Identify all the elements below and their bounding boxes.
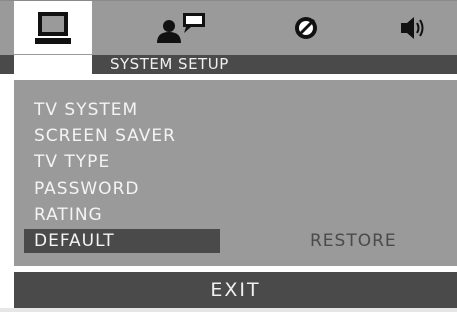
menu-item-rating[interactable]: RATING [34,203,103,227]
header-edge [0,55,14,74]
restore-option[interactable]: RESTORE [310,229,397,253]
tab-language-setup[interactable] [140,1,220,54]
monitor-icon [35,11,71,44]
tab-audio-setup[interactable] [373,1,453,54]
disc-slash-icon [295,16,317,39]
header-strip: SYSTEM SETUP [0,55,457,74]
menu-item-tv-type[interactable]: TV TYPE [34,150,110,174]
setup-menu-panel: TV SYSTEM SCREEN SAVER TV TYPE PASSWORD … [14,80,457,266]
menu-item-default[interactable]: DEFAULT [24,229,220,253]
menu-item-tv-system[interactable]: TV SYSTEM [34,98,138,122]
tab-system-setup[interactable] [14,1,92,54]
speaker-icon [401,16,424,39]
menu-item-screen-saver[interactable]: SCREEN SAVER [34,124,176,148]
tab-bar [0,0,457,56]
menu-item-password[interactable]: PASSWORD [34,177,139,201]
person-speech-icon [157,12,205,43]
page-title: SYSTEM SETUP [92,55,457,74]
exit-button[interactable]: EXIT [14,272,457,308]
tab-video-setup[interactable] [268,1,344,54]
bottom-edge [0,308,457,312]
